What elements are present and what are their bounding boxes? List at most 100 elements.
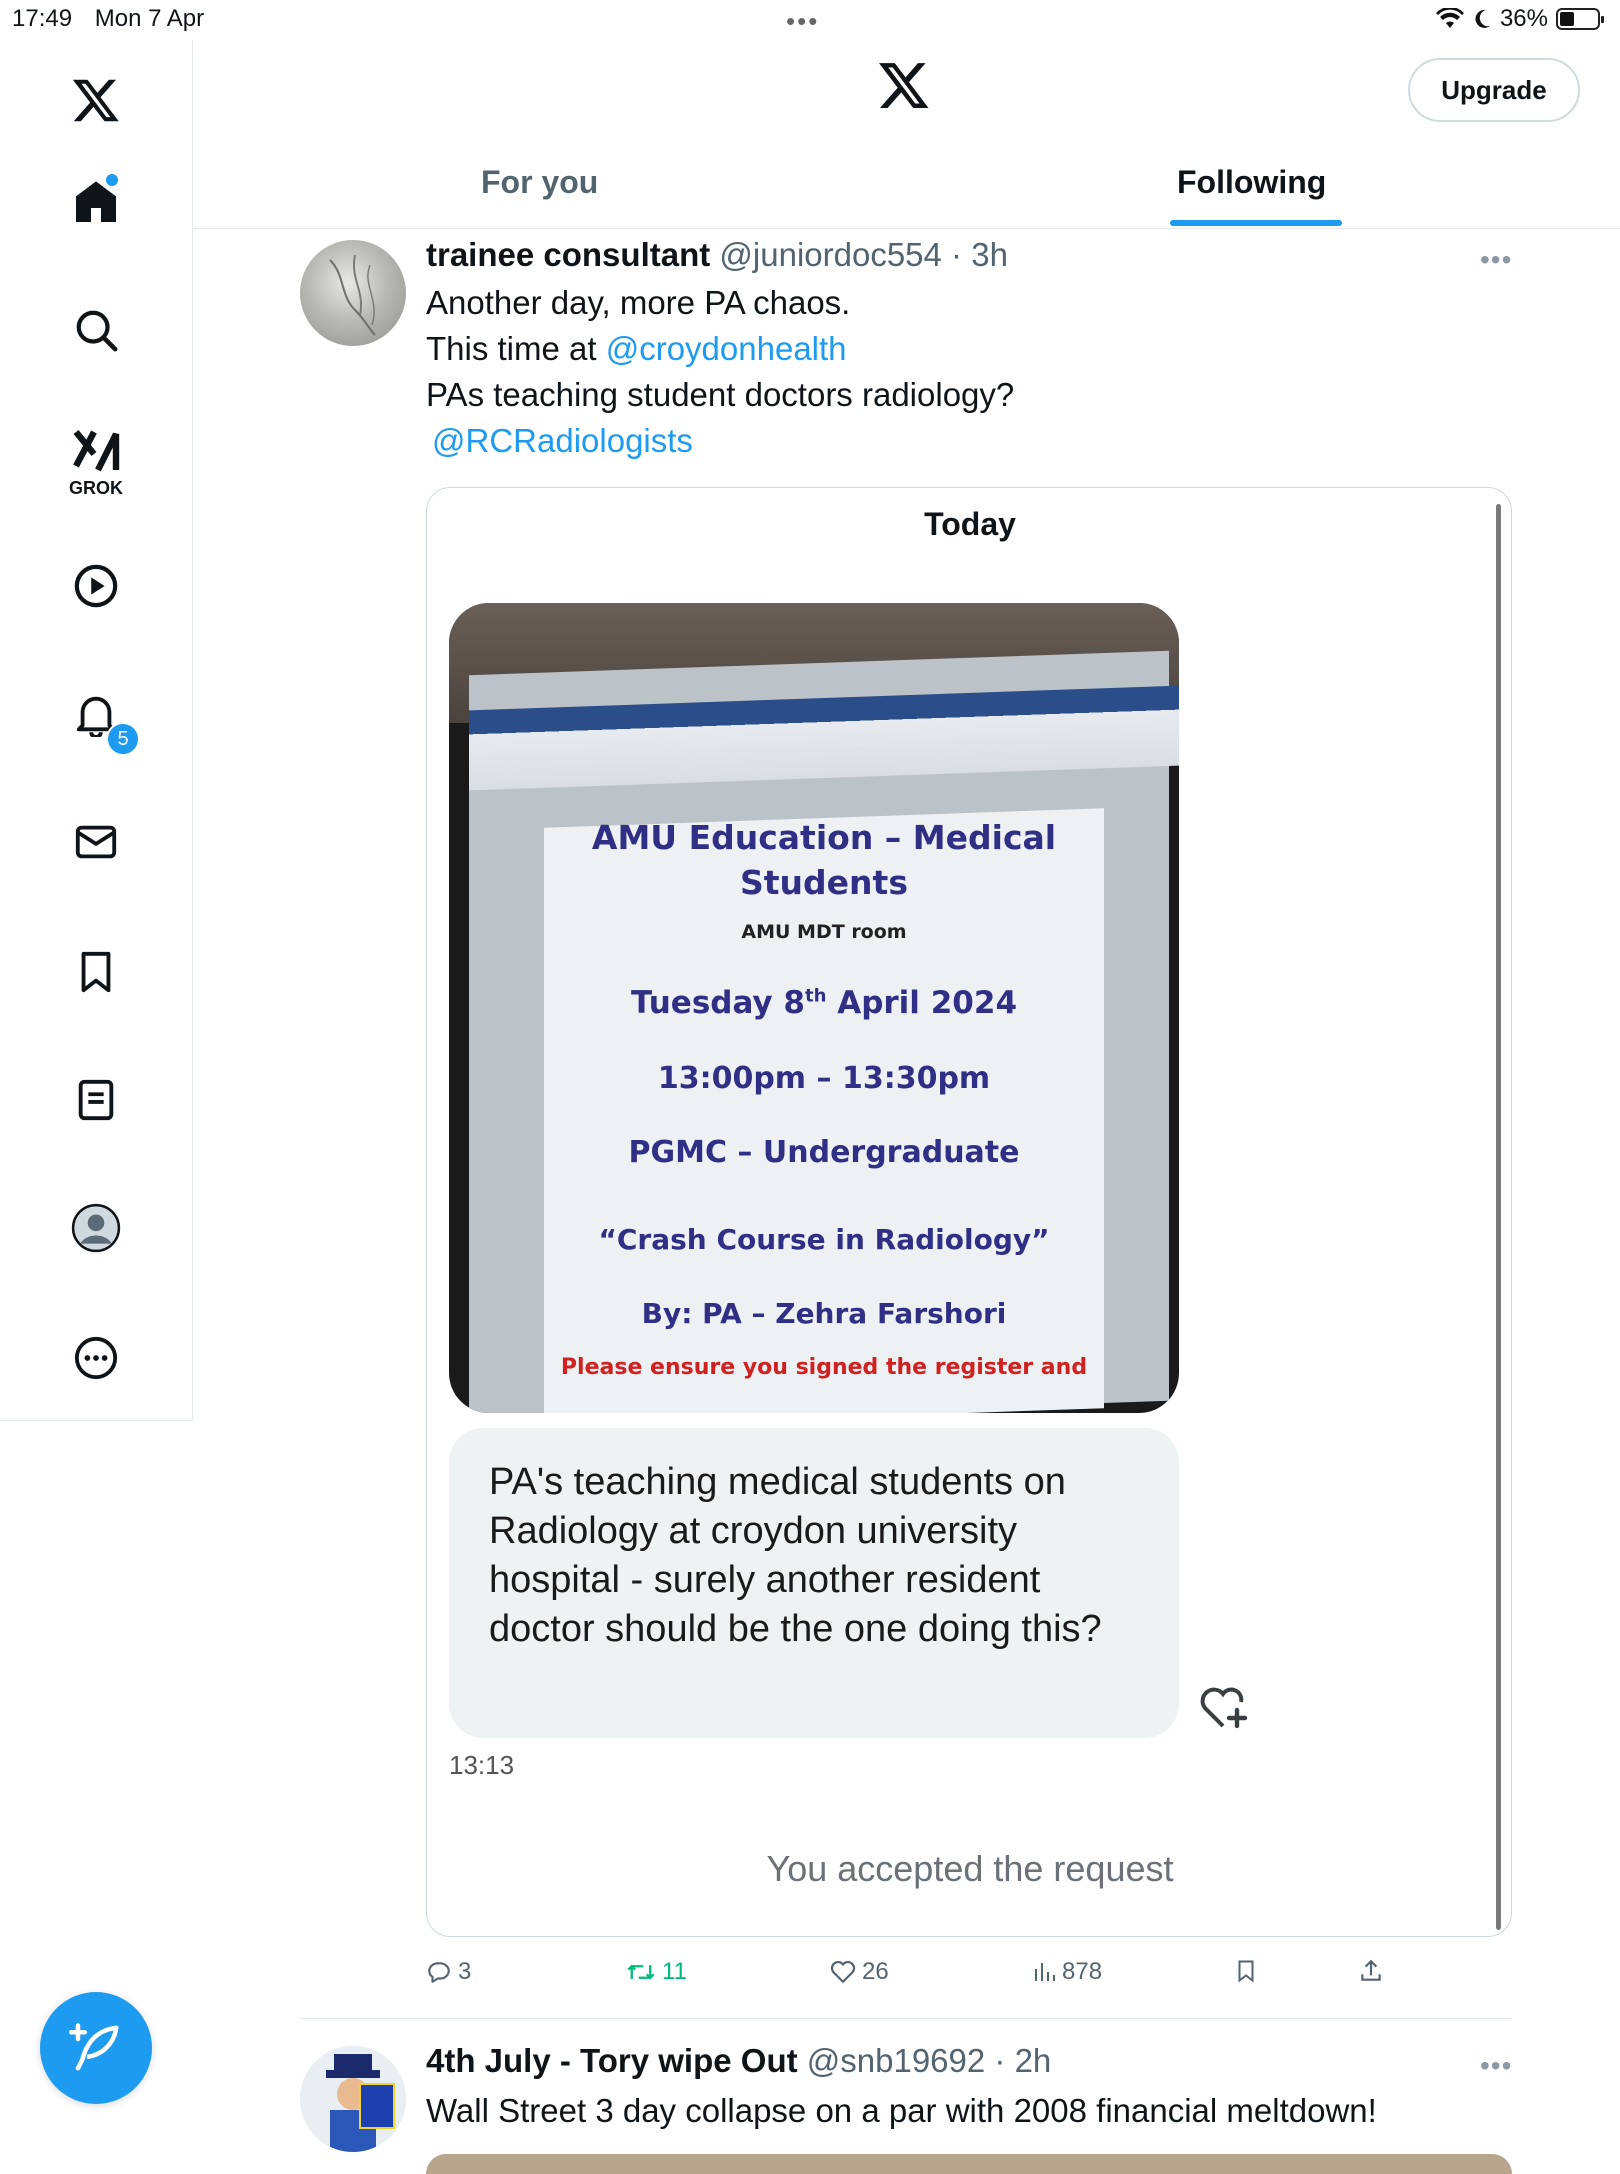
- notifications-badge: 5: [106, 722, 140, 756]
- search-icon: [76, 310, 118, 352]
- views-chart-icon: [1035, 1963, 1055, 1981]
- battery-percent: 36%: [1499, 5, 1548, 32]
- reply-icon: [428, 1962, 450, 1983]
- avatar[interactable]: [300, 240, 406, 346]
- x-logo-icon[interactable]: [64, 68, 128, 132]
- author-handle[interactable]: @juniordoc554: [719, 236, 941, 273]
- poster-presenter: By: PA – Zehra Farshori: [641, 1297, 1007, 1330]
- timeline-tabs: For you Following: [193, 148, 1620, 229]
- x-header-logo-icon: [876, 58, 936, 118]
- status-indicators: 36%: [1435, 5, 1604, 33]
- wifi-icon: [1435, 8, 1464, 28]
- poster-time: 13:00pm – 13:30pm: [657, 1061, 991, 1096]
- mail-icon: [75, 825, 117, 859]
- tweet-header: 4th July - Tory wipe Out @snb19692 · 2h: [426, 2042, 1051, 2080]
- grok-icon: [73, 429, 120, 472]
- tweet-text-line: Another day, more PA chaos.: [426, 284, 851, 321]
- multitasking-dots-icon[interactable]: •••: [786, 6, 819, 37]
- tweet-more-icon[interactable]: •••: [1480, 244, 1512, 276]
- author-handle[interactable]: @snb19692: [807, 2042, 985, 2079]
- repost-button[interactable]: 11: [626, 1958, 687, 1986]
- sidebar-item-messages[interactable]: [64, 810, 128, 874]
- play-icon: [74, 564, 118, 608]
- tab-following[interactable]: Following: [1177, 164, 1326, 201]
- share-icon: [1361, 1959, 1381, 1981]
- bookmark-icon: [81, 951, 111, 993]
- sidebar-item-explore[interactable]: [64, 298, 128, 362]
- separator-dot: ·: [941, 236, 972, 273]
- sidebar-item-bookmarks[interactable]: [64, 940, 128, 1004]
- views-button[interactable]: 878: [1032, 1958, 1102, 1986]
- views-count: 878: [1062, 1958, 1103, 1985]
- poster-date-sup: th: [805, 985, 827, 1007]
- tweet-time[interactable]: 2h: [1015, 2042, 1052, 2079]
- sidebar-item-home[interactable]: [64, 170, 128, 234]
- poster-date-text: Tuesday 8: [630, 985, 805, 1021]
- heart-add-icon: [1200, 1687, 1248, 1729]
- author-name[interactable]: 4th July - Tory wipe Out: [426, 2042, 798, 2079]
- battery-icon: [1556, 8, 1604, 30]
- poster-course: “Crash Course in Radiology”: [598, 1223, 1050, 1256]
- tweet-text-line: This time at @croydonhealth: [426, 330, 847, 368]
- status-time-date: 17:49 Mon 7 Apr: [12, 5, 220, 33]
- poster-footer: Please ensure you signed the register an…: [560, 1355, 1088, 1380]
- reply-count: 3: [458, 1958, 472, 1985]
- list-icon: [78, 1079, 114, 1121]
- message-time: 13:13: [449, 1750, 515, 1780]
- message-bubble: PA's teaching medical students on Radiol…: [449, 1428, 1179, 1738]
- tweet-more-icon[interactable]: •••: [1480, 2050, 1512, 2082]
- moon-icon: [1475, 9, 1490, 28]
- tweet-media[interactable]: Today AMU Education – Medical Students A…: [426, 487, 1512, 1937]
- sidebar-nav: GROK 5: [0, 40, 193, 1421]
- chat-date-label: Today: [924, 506, 1016, 542]
- mention-link[interactable]: @RCRadiologists: [432, 422, 693, 459]
- tweet-header: trainee consultant @juniordoc554 · 3h: [426, 236, 1008, 274]
- sidebar-item-more[interactable]: [64, 1326, 128, 1390]
- request-accepted-text: You accepted the request: [766, 1848, 1174, 1889]
- heart-icon: [830, 1960, 856, 1984]
- like-button[interactable]: 26: [830, 1958, 889, 1986]
- mention-link[interactable]: @croydonhealth: [606, 330, 847, 367]
- tweet-text-line: PAs teaching student doctors radiology?: [426, 376, 1015, 413]
- sidebar-item-profile[interactable]: [64, 1196, 128, 1260]
- reply-button[interactable]: 3: [426, 1958, 471, 1986]
- active-tab-indicator: [1170, 220, 1342, 226]
- tweet-actions: 3 11 26 878: [426, 1958, 1506, 1998]
- more-circle-icon: [74, 1336, 118, 1380]
- home-unread-dot: [106, 174, 118, 186]
- tab-for-you[interactable]: For you: [481, 164, 598, 201]
- avatar[interactable]: [300, 2046, 406, 2152]
- repost-count: 11: [662, 1958, 687, 1985]
- tweet-text-line: @RCRadiologists: [432, 422, 693, 460]
- status-bar: 17:49 Mon 7 Apr ••• 36%: [0, 0, 1620, 40]
- separator-dot: ·: [985, 2042, 1015, 2079]
- poster-room: AMU MDT room: [741, 921, 907, 943]
- profile-avatar-icon: [71, 1203, 121, 1253]
- share-button[interactable]: [1358, 1958, 1384, 1984]
- author-name[interactable]: trainee consultant: [426, 236, 710, 273]
- screenshot-scrollbar: [1496, 504, 1501, 1930]
- bookmark-button[interactable]: [1234, 1958, 1258, 1984]
- poster-title: AMU Education – Medical: [591, 818, 1057, 857]
- tweet-time[interactable]: 3h: [971, 236, 1008, 273]
- status-time: 17:49: [12, 5, 73, 32]
- poster-photo: AMU Education – Medical Students AMU MDT…: [449, 603, 1179, 1413]
- like-count: 26: [862, 1958, 889, 1985]
- grok-label: GROK: [69, 478, 123, 498]
- repost-icon: [627, 1964, 655, 1980]
- compose-post-button[interactable]: [40, 1992, 152, 2104]
- bookmark-icon: [1238, 1960, 1254, 1983]
- tweet-media[interactable]: [426, 2154, 1512, 2174]
- feather-plus-icon: [69, 2023, 119, 2071]
- sidebar-item-video[interactable]: [64, 554, 128, 618]
- poster-date: Tuesday 8th April 2024: [544, 985, 1104, 1021]
- poster-title-2: Students: [740, 863, 908, 902]
- poster-date-suffix: April 2024: [826, 985, 1018, 1021]
- sidebar-item-lists[interactable]: [64, 1068, 128, 1132]
- tweet-divider: [300, 2018, 1512, 2019]
- upgrade-button[interactable]: Upgrade: [1408, 58, 1580, 122]
- status-date: Mon 7 Apr: [94, 5, 205, 32]
- tweet-text: Wall Street 3 day collapse on a par with…: [426, 2092, 1377, 2129]
- poster-dept: PGMC – Undergraduate: [628, 1135, 1020, 1170]
- sidebar-item-grok[interactable]: [64, 418, 128, 482]
